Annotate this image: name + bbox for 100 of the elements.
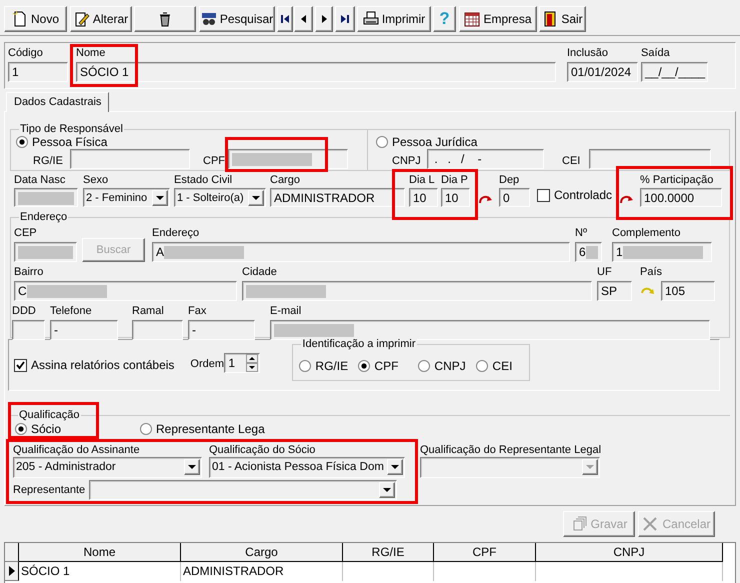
checkbox-label[interactable]: Assina relatórios contábeis xyxy=(31,358,174,372)
radio-label[interactable]: CPF xyxy=(374,359,398,373)
text-field[interactable]: 10 xyxy=(441,188,470,207)
field-label: Endereço xyxy=(152,226,200,241)
text-field[interactable] xyxy=(14,188,78,207)
caret-icon xyxy=(188,465,196,469)
checkbox-icon[interactable] xyxy=(537,188,550,202)
group-title: Endereço xyxy=(19,210,68,224)
text-field[interactable] xyxy=(132,320,183,340)
dropdown-field[interactable]: 2 - Feminino xyxy=(83,188,170,207)
text-field[interactable]: - xyxy=(188,320,255,340)
spin-field[interactable]: 1 xyxy=(224,353,260,373)
dropdown-button[interactable] xyxy=(387,459,403,475)
text-field[interactable]: ADMINISTRADOR xyxy=(270,188,405,207)
text-field[interactable] xyxy=(228,149,348,169)
column-header[interactable]: CNPJ xyxy=(536,543,723,562)
text-field[interactable]: __/__/____ xyxy=(641,62,708,82)
radio-icon[interactable] xyxy=(418,360,430,372)
toolbar-button[interactable]: Novo xyxy=(4,6,67,32)
toolbar-icon-button[interactable] xyxy=(134,6,196,32)
text-field[interactable] xyxy=(270,320,710,340)
text-field[interactable]: 1 xyxy=(612,242,712,262)
toolbar-button[interactable]: Empresa xyxy=(459,6,537,32)
text-field[interactable]: 0 xyxy=(499,188,530,207)
dropdown-button[interactable] xyxy=(248,190,264,206)
caret-icon xyxy=(252,196,260,200)
radio-label[interactable]: RG/IE xyxy=(315,359,348,373)
toolbar-icon-button[interactable] xyxy=(315,6,333,32)
radio-icon[interactable] xyxy=(476,360,488,372)
radio-label[interactable]: Pessoa Jurídica xyxy=(392,135,478,149)
text-field[interactable]: 100.0000 xyxy=(640,188,722,207)
field-label: Representante xyxy=(13,484,86,496)
caret-icon xyxy=(586,465,594,469)
toolbar-button[interactable]: Imprimir xyxy=(357,6,431,32)
field-label: CPF xyxy=(203,154,226,168)
field-label: RG/IE xyxy=(33,154,64,168)
caret-icon xyxy=(156,196,164,200)
grid-corner xyxy=(5,543,19,562)
text-field[interactable]: C xyxy=(14,281,237,301)
text-field[interactable]: 105 xyxy=(661,281,715,301)
text-field[interactable]: A xyxy=(152,242,570,262)
text-field[interactable]: 01/01/2024 xyxy=(567,62,638,82)
field-label: CNPJ xyxy=(392,154,422,168)
text-field[interactable]: 10 xyxy=(409,188,438,207)
toolbar-icon-button[interactable] xyxy=(294,6,313,32)
radio-icon[interactable] xyxy=(376,136,388,148)
dropdown-button[interactable] xyxy=(379,482,395,498)
dropdown-field[interactable]: 1 - Solteiro(a) xyxy=(174,188,266,207)
calendar-icon xyxy=(464,11,480,27)
toolbar-button[interactable]: Alterar xyxy=(70,6,132,32)
binoculars-icon xyxy=(200,11,217,27)
radio-label[interactable]: CNPJ xyxy=(434,359,466,373)
text-field[interactable] xyxy=(70,149,190,169)
radio-icon[interactable] xyxy=(15,423,27,435)
radio-label[interactable]: Pessoa Física xyxy=(32,135,108,149)
text-field[interactable] xyxy=(12,320,45,340)
dropdown-button[interactable] xyxy=(152,190,168,206)
field-label: DDD xyxy=(12,304,36,319)
spin-arrows-icon[interactable] xyxy=(246,354,258,372)
radio-label[interactable]: Sócio xyxy=(31,422,62,436)
toolbar-button[interactable]: Sair xyxy=(539,6,586,32)
field-label: Telefone xyxy=(50,304,92,319)
toolbar-icon-button[interactable] xyxy=(277,6,293,32)
group-title: Identificação a imprimir xyxy=(301,337,417,351)
field-label: Data Nasc xyxy=(14,173,66,188)
stack-icon xyxy=(570,516,587,532)
text-field[interactable]: SÓCIO 1 xyxy=(76,62,556,82)
tab[interactable]: Dados Cadastrais xyxy=(6,92,110,112)
dropdown-field[interactable]: 205 - Administrador xyxy=(13,457,202,478)
text-field[interactable]: . . / - xyxy=(427,149,544,169)
toolbar-icon-button[interactable] xyxy=(335,6,355,32)
radio-icon[interactable] xyxy=(140,423,152,435)
text-field[interactable]: 6 xyxy=(575,242,602,262)
text-field[interactable] xyxy=(14,242,77,262)
radio-icon[interactable] xyxy=(299,360,312,372)
column-header[interactable]: RG/IE xyxy=(343,543,434,562)
field-label: CEI xyxy=(562,154,582,168)
dropdown-field[interactable]: 01 - Acionista Pessoa Física Dom xyxy=(209,457,405,478)
radio-label[interactable]: Representante Lega xyxy=(156,422,265,436)
text-field[interactable]: 1 xyxy=(8,62,68,82)
radio-icon[interactable] xyxy=(358,360,370,372)
checkbox-label[interactable]: Controladc xyxy=(554,188,612,202)
field-label: Qualificação do Sócio xyxy=(209,444,316,457)
checkbox-icon[interactable] xyxy=(14,358,27,372)
curved-arrow-icon[interactable] xyxy=(478,193,494,205)
dropdown-button[interactable] xyxy=(184,459,200,475)
radio-label[interactable]: CEI xyxy=(492,359,512,373)
column-header[interactable]: Cargo xyxy=(181,543,343,562)
curved-arrow-icon[interactable] xyxy=(619,193,635,205)
row-indicator[interactable] xyxy=(5,562,19,581)
text-field[interactable]: - xyxy=(50,320,118,340)
toolbar-button[interactable]: Pesquisar xyxy=(199,6,275,32)
field-label: Dia L xyxy=(409,173,435,188)
radio-icon[interactable] xyxy=(16,136,28,148)
text-field[interactable] xyxy=(242,281,592,301)
text-field[interactable]: SP xyxy=(597,281,632,301)
column-header[interactable]: Nome xyxy=(19,543,181,562)
trash-icon xyxy=(157,11,173,27)
column-header[interactable]: CPF xyxy=(434,543,536,562)
dropdown-field[interactable] xyxy=(89,480,397,500)
